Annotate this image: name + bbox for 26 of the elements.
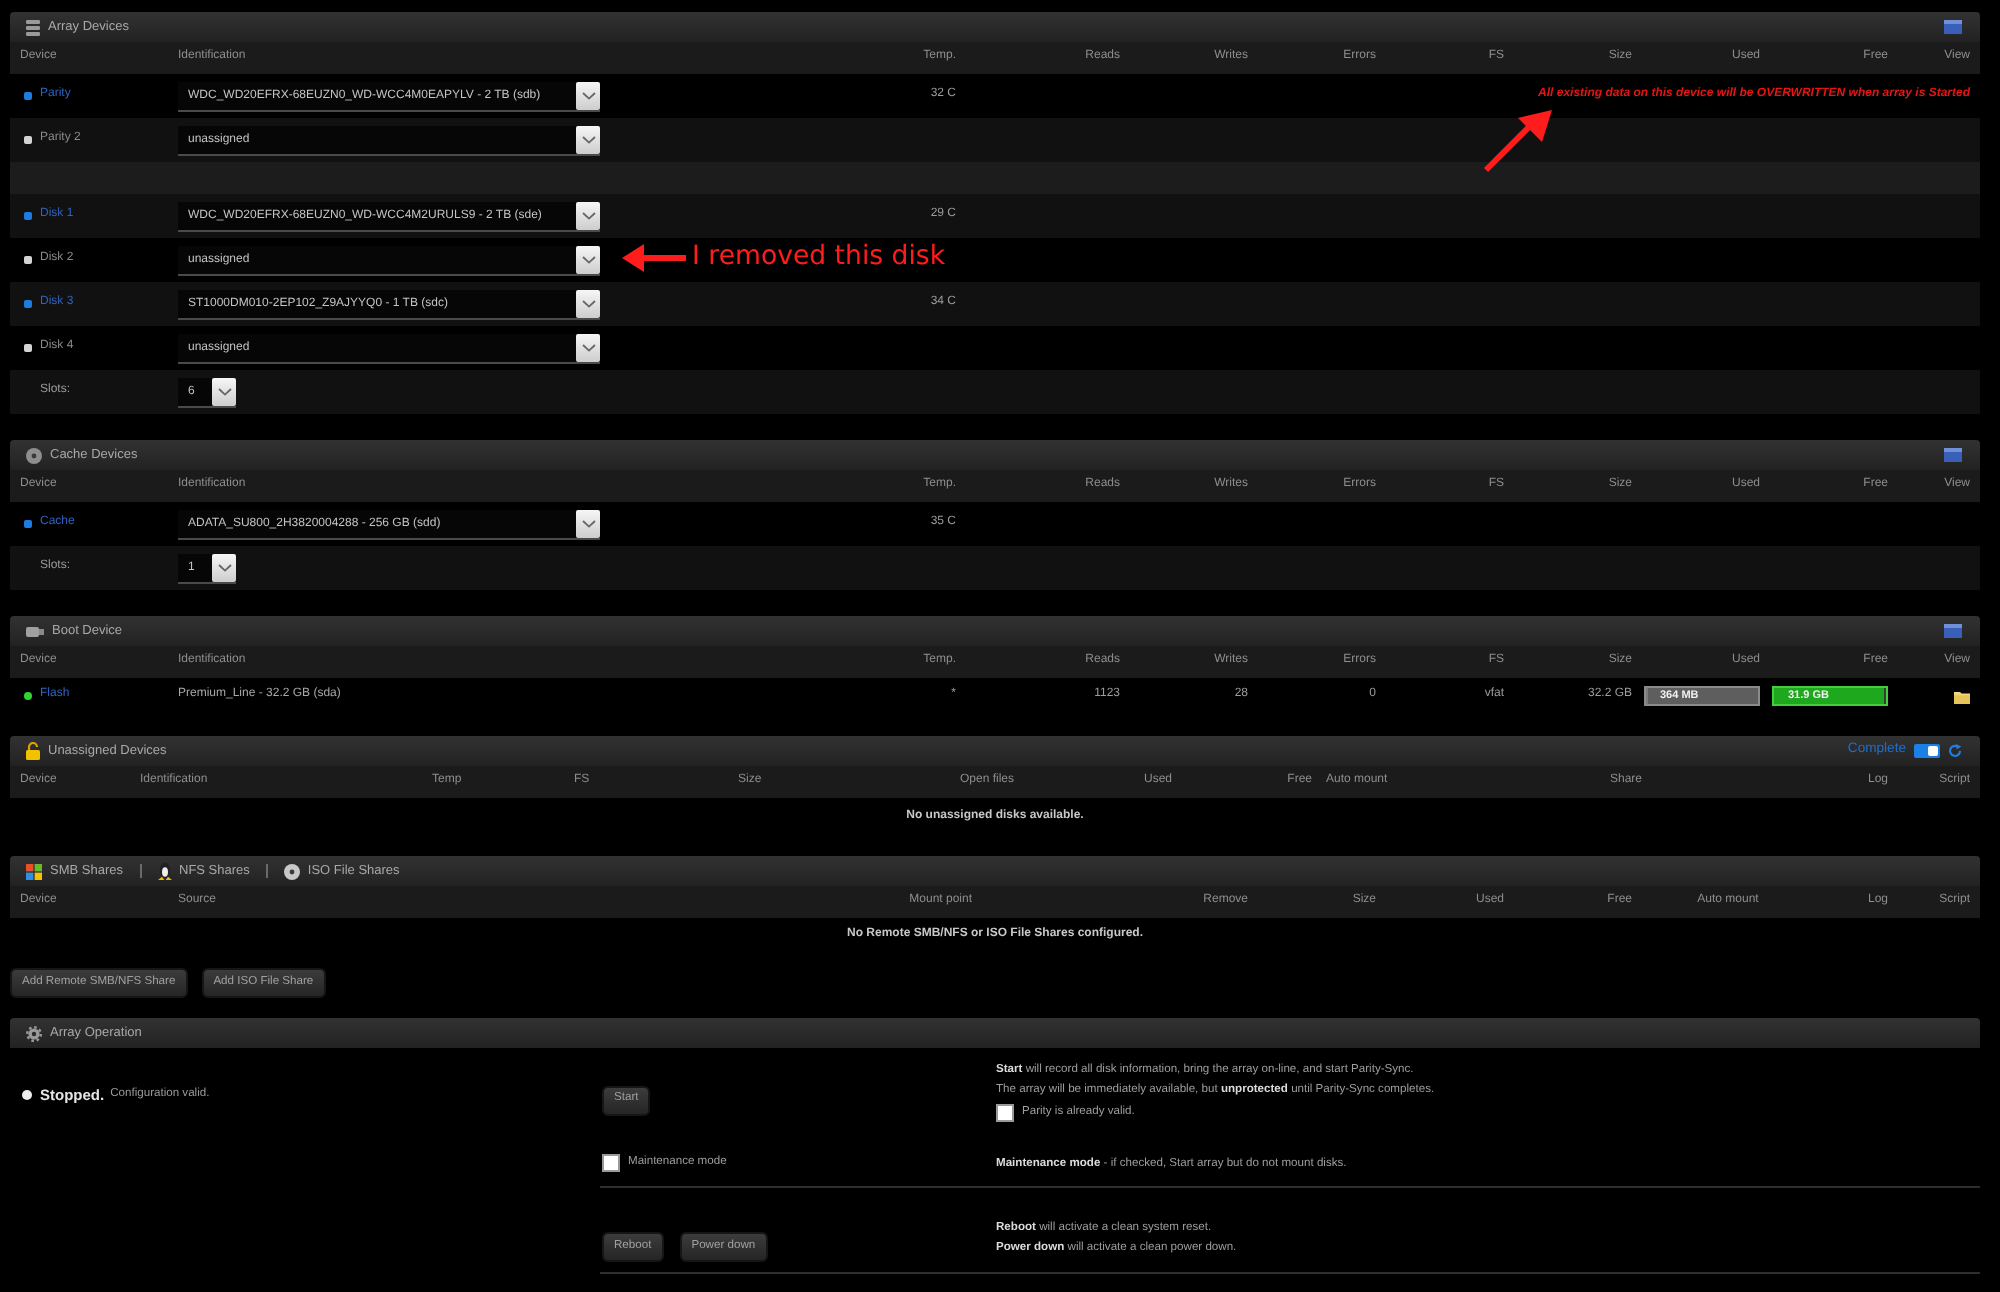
chevron-down-icon [576, 81, 600, 109]
chevron-down-icon [212, 377, 236, 405]
chevron-down-icon [576, 245, 600, 273]
refresh-icon[interactable] [1948, 744, 1962, 758]
checkbox[interactable] [996, 1103, 1014, 1121]
disk-stack-icon [26, 19, 40, 35]
tiles-icon [26, 863, 42, 879]
toggle-switch[interactable] [1914, 744, 1940, 758]
chevron-down-icon [576, 125, 600, 153]
usb-drive-icon [26, 623, 44, 639]
folder-icon[interactable] [1954, 689, 1970, 703]
arrow-icon [622, 244, 686, 273]
penguin-icon [157, 862, 171, 880]
chevron-down-icon [576, 333, 600, 361]
chevron-down-icon [576, 289, 600, 317]
gear-icon [26, 1025, 42, 1041]
chevron-down-icon [576, 201, 600, 229]
padlock-icon [26, 742, 40, 760]
chevron-down-icon [576, 509, 600, 537]
status-dot [22, 1089, 32, 1099]
checkbox[interactable] [602, 1154, 620, 1172]
disc-icon [26, 447, 42, 463]
disc-icon [283, 863, 300, 879]
arrow-icon [1480, 110, 1552, 174]
annotation-text: I removed this disk [692, 244, 946, 274]
chevron-down-icon [212, 553, 236, 581]
